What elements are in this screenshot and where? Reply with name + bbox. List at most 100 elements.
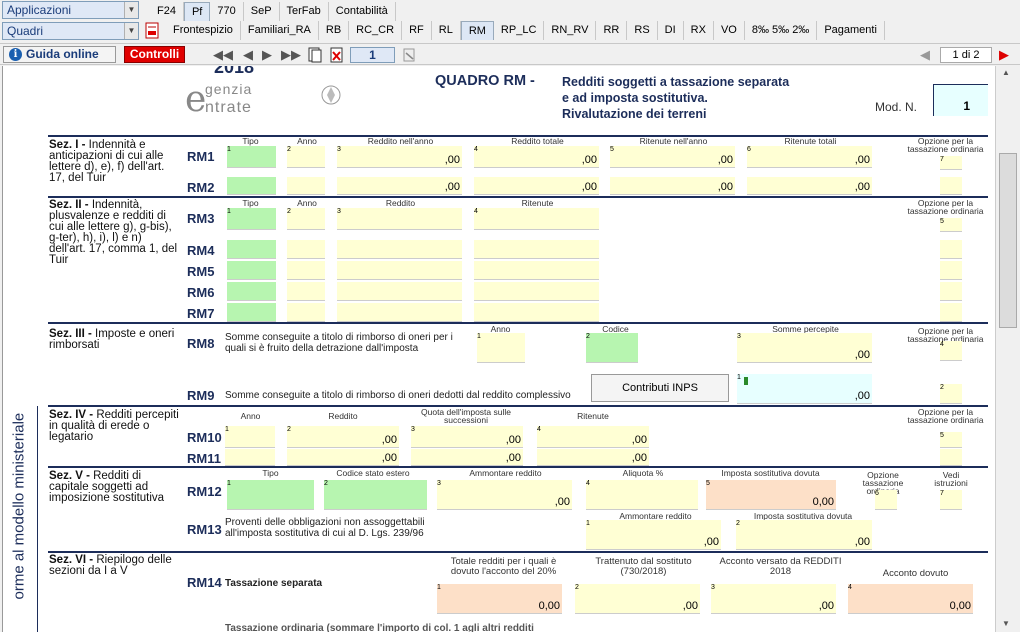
rm5-anno[interactable] bbox=[287, 261, 325, 280]
rm12-tipo[interactable]: 1 bbox=[227, 480, 314, 510]
pdf-icon[interactable] bbox=[145, 22, 159, 39]
tab-di[interactable]: DI bbox=[658, 21, 684, 40]
first-page-icon[interactable]: ◀◀ bbox=[213, 47, 233, 63]
rm3-ritenute[interactable]: 4 bbox=[474, 208, 599, 230]
rm6-anno[interactable] bbox=[287, 282, 325, 301]
rm1-reddito-totale[interactable]: 4,00 bbox=[474, 146, 599, 168]
quadri-dropdown[interactable]: Quadri ▼ bbox=[2, 22, 139, 40]
tab-rs[interactable]: RS bbox=[627, 21, 658, 40]
rm11-reddito[interactable]: ,00 bbox=[287, 449, 399, 466]
rm4-tipo[interactable] bbox=[227, 240, 276, 259]
rm5-tipo[interactable] bbox=[227, 261, 276, 280]
tab-frontespizio[interactable]: Frontespizio bbox=[166, 21, 241, 40]
tab-f24[interactable]: F24 bbox=[150, 2, 184, 21]
rm6-tipo[interactable] bbox=[227, 282, 276, 301]
tab-rx[interactable]: RX bbox=[684, 21, 714, 40]
tab-770[interactable]: 770 bbox=[210, 2, 244, 21]
rm8-anno[interactable]: 1 bbox=[477, 333, 525, 363]
prev-page-icon[interactable]: ◀ bbox=[243, 47, 253, 63]
tab-rc-cr[interactable]: RC_CR bbox=[349, 21, 403, 40]
tab-familiari-ra[interactable]: Familiari_RA bbox=[241, 21, 319, 40]
chevron-down-icon[interactable]: ▼ bbox=[124, 23, 138, 39]
contributi-inps-button[interactable]: Contributi INPS bbox=[591, 374, 729, 402]
prev-sheet-icon[interactable]: ◀ bbox=[920, 47, 930, 63]
rm12-ammontare[interactable]: 3,00 bbox=[437, 480, 572, 510]
tab-pf[interactable]: Pf bbox=[183, 2, 211, 21]
mod-n-field[interactable]: 1 bbox=[933, 84, 988, 116]
vertical-scrollbar[interactable]: ▲ ▼ bbox=[995, 66, 1020, 632]
rm2-ritenute-totali[interactable]: ,00 bbox=[747, 177, 872, 195]
rm1-ritenute-totali[interactable]: 6,00 bbox=[747, 146, 872, 168]
rm10-reddito[interactable]: 2,00 bbox=[287, 426, 399, 448]
tab-rl[interactable]: RL bbox=[432, 21, 461, 40]
rm2-opzione[interactable] bbox=[940, 177, 962, 195]
rm7-anno[interactable] bbox=[287, 303, 325, 322]
rm8-codice[interactable]: 2 bbox=[586, 333, 638, 363]
scroll-up-icon[interactable]: ▲ bbox=[1002, 68, 1010, 77]
tab-rm[interactable]: RM bbox=[460, 21, 494, 40]
rm5-ritenute[interactable] bbox=[474, 261, 599, 280]
tab-sep[interactable]: SeP bbox=[244, 2, 280, 21]
tab-rn-rv[interactable]: RN_RV bbox=[544, 21, 597, 40]
rm11-opzione[interactable] bbox=[940, 449, 962, 466]
rm7-tipo[interactable] bbox=[227, 303, 276, 322]
rm1-tipo[interactable]: 1 bbox=[227, 146, 276, 168]
tab-contabilita[interactable]: Contabilità bbox=[329, 2, 396, 21]
rm1-ritenute-anno[interactable]: 5,00 bbox=[610, 146, 735, 168]
tab-pagamenti[interactable]: Pagamenti bbox=[817, 21, 885, 40]
rm3-tipo[interactable]: 1 bbox=[227, 208, 276, 230]
rm9-somme[interactable]: 1,00 bbox=[737, 374, 872, 404]
rm10-opzione[interactable]: 5 bbox=[940, 432, 962, 448]
rm8-opzione[interactable]: 4 bbox=[940, 341, 962, 361]
tab-terfab[interactable]: TerFab bbox=[280, 2, 329, 21]
tab-rf[interactable]: RF bbox=[402, 21, 432, 40]
next-sheet-icon[interactable]: ▶ bbox=[999, 47, 1009, 63]
rm13-ammontare[interactable]: 1,00 bbox=[586, 520, 721, 550]
tab-rr[interactable]: RR bbox=[596, 21, 628, 40]
rm2-reddito-anno[interactable]: ,00 bbox=[337, 177, 462, 195]
scroll-down-icon[interactable]: ▼ bbox=[1002, 619, 1010, 628]
rm12-vedi[interactable]: 7 bbox=[940, 490, 962, 510]
rm1-anno[interactable]: 2 bbox=[287, 146, 325, 168]
print-module-icon[interactable] bbox=[402, 47, 416, 63]
new-module-icon[interactable] bbox=[308, 47, 322, 63]
rm12-aliquota[interactable]: 4 bbox=[586, 480, 698, 510]
rm1-reddito-anno[interactable]: 3,00 bbox=[337, 146, 462, 168]
rm7-reddito[interactable] bbox=[337, 303, 462, 322]
next-page-icon[interactable]: ▶ bbox=[262, 47, 272, 63]
rm6-opzione[interactable] bbox=[940, 282, 962, 301]
tab-rb[interactable]: RB bbox=[319, 21, 350, 40]
rm14-acconto-versato[interactable]: 3,00 bbox=[711, 584, 836, 614]
rm6-reddito[interactable] bbox=[337, 282, 462, 301]
controlli-button[interactable]: Controlli bbox=[124, 46, 185, 63]
rm10-anno[interactable]: 1 bbox=[225, 426, 275, 448]
delete-module-icon[interactable] bbox=[330, 47, 344, 63]
rm14-totale-redditi[interactable]: 1 0,00 bbox=[437, 584, 562, 614]
rm3-anno[interactable]: 2 bbox=[287, 208, 325, 230]
rm4-reddito[interactable] bbox=[337, 240, 462, 259]
rm8-somme[interactable]: 3,00 bbox=[737, 333, 872, 363]
rm2-reddito-totale[interactable]: ,00 bbox=[474, 177, 599, 195]
rm1-opzione[interactable]: 7 bbox=[940, 156, 962, 170]
rm4-opzione[interactable] bbox=[940, 240, 962, 259]
rm4-anno[interactable] bbox=[287, 240, 325, 259]
guida-online-button[interactable]: i Guida online bbox=[3, 46, 116, 63]
rm7-opzione[interactable] bbox=[940, 303, 962, 322]
last-page-icon[interactable]: ▶▶ bbox=[281, 47, 301, 63]
module-number-input[interactable]: 1 bbox=[350, 47, 395, 63]
chevron-down-icon[interactable]: ▼ bbox=[124, 2, 138, 18]
rm10-quota[interactable]: 3,00 bbox=[411, 426, 523, 448]
rm3-opzione[interactable]: 5 bbox=[940, 218, 962, 232]
rm2-anno[interactable] bbox=[287, 177, 325, 195]
rm10-ritenute[interactable]: 4,00 bbox=[537, 426, 649, 448]
rm5-reddito[interactable] bbox=[337, 261, 462, 280]
rm7-ritenute[interactable] bbox=[474, 303, 599, 322]
rm14-acconto-dovuto[interactable]: 4 0,00 bbox=[848, 584, 973, 614]
rm14-trattenuto[interactable]: 2,00 bbox=[575, 584, 700, 614]
rm11-ritenute[interactable]: ,00 bbox=[537, 449, 649, 466]
rm12-codice-stato[interactable]: 2 bbox=[324, 480, 427, 510]
rm13-imposta[interactable]: 2,00 bbox=[736, 520, 872, 550]
tab-permille[interactable]: 8‰ 5‰ 2‰ bbox=[745, 21, 818, 40]
rm6-ritenute[interactable] bbox=[474, 282, 599, 301]
scrollbar-thumb[interactable] bbox=[999, 153, 1017, 328]
